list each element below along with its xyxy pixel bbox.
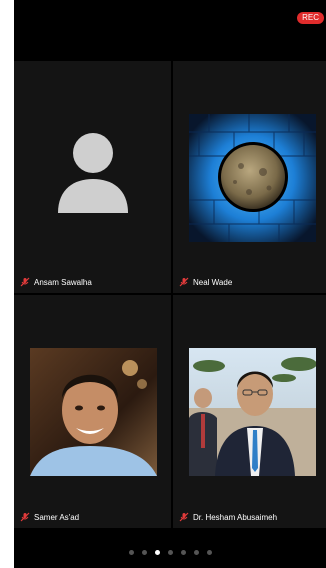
page-dot[interactable]	[128, 550, 134, 555]
participant-photo-smiling-man	[30, 348, 157, 476]
meeting-screen: REC Ansam Sawalha Neal Wade Samer As'ad …	[14, 0, 326, 568]
participant-name-tag: Neal Wade	[179, 277, 232, 287]
participant-tile-1[interactable]: Ansam Sawalha	[14, 61, 171, 293]
muted-mic-icon	[20, 277, 30, 287]
participant-name: Ansam Sawalha	[34, 277, 92, 287]
participant-tile-3[interactable]: Samer As'ad	[14, 295, 171, 528]
page-dot[interactable]	[167, 550, 173, 555]
participant-image-stone-glow	[189, 114, 316, 242]
participant-name-tag: Samer As'ad	[20, 512, 79, 522]
participant-name: Dr. Hesham Abusaimeh	[193, 512, 278, 522]
page-dot[interactable]	[180, 550, 186, 555]
video-grid: Ansam Sawalha Neal Wade Samer As'ad Dr. …	[14, 61, 326, 528]
participant-name-tag: Dr. Hesham Abusaimeh	[179, 512, 277, 522]
participant-name: Neal Wade	[193, 277, 233, 287]
page-indicator[interactable]	[14, 550, 326, 555]
participant-tile-2[interactable]: Neal Wade	[173, 61, 326, 293]
recording-badge: REC	[297, 12, 324, 24]
page-dot[interactable]	[193, 550, 199, 555]
muted-mic-icon	[179, 277, 189, 287]
page-dot[interactable]	[141, 550, 147, 555]
participant-tile-4[interactable]: Dr. Hesham Abusaimeh	[173, 295, 326, 528]
participant-name-tag: Ansam Sawalha	[20, 277, 92, 287]
page-dot-active[interactable]	[154, 550, 160, 555]
participant-photo-man-in-suit	[189, 348, 316, 476]
muted-mic-icon	[20, 512, 30, 522]
default-avatar-icon	[58, 133, 128, 213]
muted-mic-icon	[179, 512, 189, 522]
participant-name: Samer As'ad	[34, 512, 80, 522]
page-dot[interactable]	[206, 550, 212, 555]
